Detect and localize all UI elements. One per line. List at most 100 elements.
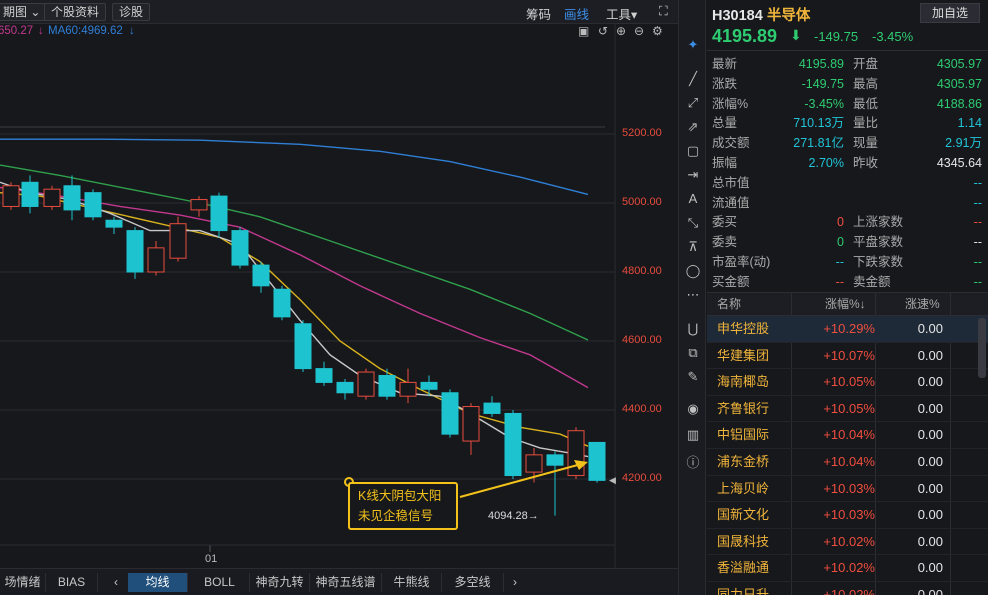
quote-value: 1.14	[957, 116, 982, 131]
candle-down	[273, 288, 291, 318]
drawing-toolbar: ✦ ╱ ⤢ ⇗ ▢ ⇥ A ⤡ ⊼ ◯ ⋯ ⋃ ⧉ ✎ ◉ ▥ ⓘ	[678, 0, 706, 595]
table-row[interactable]: 齐鲁银行 +10.05% 0.00	[707, 396, 988, 423]
tabs-prev-icon[interactable]: ‹	[106, 573, 126, 592]
measure-tool-icon[interactable]: ⇥	[683, 166, 703, 184]
stock-title: H30184 半导体	[712, 4, 810, 25]
tab-magic-nine[interactable]: 神奇九转	[250, 573, 310, 592]
quote-value: --	[973, 235, 982, 250]
tab-bias[interactable]: BIAS	[46, 573, 98, 592]
x-axis-label: 01	[205, 553, 218, 565]
pct-cell: +10.05%	[823, 374, 875, 390]
candle-down	[504, 412, 522, 477]
quote-row: 成交额 271.81亿 现量 2.91万	[712, 133, 984, 153]
candle-down	[231, 230, 249, 266]
annotation-box[interactable]: K线大阴包大阳 未见企稳信号	[348, 482, 458, 530]
table-row[interactable]: 浦东金桥 +10.04% 0.00	[707, 449, 988, 476]
text-tool-icon[interactable]: A	[683, 190, 703, 208]
tab-sentiment[interactable]: 场情绪	[0, 573, 46, 592]
circle-tool-icon[interactable]: ◯	[683, 262, 703, 280]
tabs-next-icon[interactable]: ›	[506, 573, 524, 592]
stock-name-cell: 海南椰岛	[717, 374, 770, 390]
quote-row: 委买 0 上涨家数 --	[712, 212, 984, 232]
quote-label: 委买	[712, 215, 738, 230]
table-row[interactable]: 中铝国际 +10.04% 0.00	[707, 422, 988, 449]
pct-cell: +10.03%	[823, 480, 875, 496]
table-row[interactable]: 香溢融通 +10.02% 0.00	[707, 555, 988, 582]
stock-name-cell: 国新文化	[717, 507, 770, 523]
quote-row: 总量 710.13万 量比 1.14	[712, 113, 984, 133]
quote-value: 4305.97	[936, 57, 982, 71]
quote-label: 涨幅%	[712, 96, 749, 111]
price-change-pct: -3.45%	[872, 29, 914, 44]
magnet-icon[interactable]: ⋃	[683, 320, 703, 338]
tab-boll[interactable]: BOLL	[190, 573, 250, 592]
quote-label: 成交额	[712, 136, 750, 151]
rectangle-tool-icon[interactable]: ▢	[683, 142, 703, 160]
eye-icon[interactable]: ◉	[683, 400, 703, 418]
quote-row: 最新 4195.89 开盘 4305.97	[712, 54, 984, 74]
price-label: 4200.00	[622, 472, 662, 484]
add-watchlist-button[interactable]: 加自选	[920, 3, 980, 23]
candle-up	[462, 406, 480, 442]
quote-label: 振幅	[712, 156, 738, 170]
speed-cell: 0.00	[917, 400, 943, 416]
tab-long-short[interactable]: 多空线	[442, 573, 504, 592]
quote-label: 最低	[853, 96, 879, 111]
candle-down	[420, 381, 438, 390]
price-label: 4400.00	[622, 403, 662, 415]
quote-label: 涨跌	[712, 76, 738, 91]
candle-down	[84, 192, 102, 218]
table-row[interactable]: 国新文化 +10.03% 0.00	[707, 502, 988, 529]
quote-label: 上涨家数	[853, 215, 904, 230]
speed-cell: 0.00	[917, 321, 943, 336]
table-row[interactable]: 申华控股 +10.29% 0.00	[707, 316, 988, 343]
candle-down	[252, 264, 270, 287]
price-label: 5000.00	[622, 196, 662, 208]
tab-bull-bear[interactable]: 牛熊线	[382, 573, 442, 592]
quote-value: --	[973, 274, 982, 289]
candle-down	[210, 195, 228, 232]
arrow-tool-icon[interactable]: ⤡	[683, 214, 703, 232]
col-name[interactable]: 名称	[717, 293, 741, 316]
col-speed[interactable]: 涨速%	[905, 293, 940, 316]
fib-tool-icon[interactable]: ⊼	[683, 238, 703, 256]
table-row[interactable]: 同力日升 +10.02% 0.00	[707, 582, 988, 595]
quote-value: -3.45%	[804, 96, 844, 111]
candle-down	[336, 381, 354, 394]
help-icon[interactable]: ⓘ	[683, 454, 703, 472]
tab-ma[interactable]: 均线	[128, 573, 188, 592]
pct-cell: +10.03%	[823, 507, 875, 523]
candle-up	[399, 381, 417, 397]
quote-value: 0	[837, 215, 844, 230]
quote-row: 涨跌 -149.75 最高 4305.97	[712, 74, 984, 94]
table-scrollbar[interactable]	[978, 318, 986, 378]
candle-up	[357, 371, 375, 397]
line-tool-icon[interactable]: ╱	[683, 70, 703, 88]
pct-cell: +10.04%	[823, 454, 875, 469]
more-tools-icon[interactable]: ⋯	[683, 286, 703, 304]
candle-down	[546, 454, 564, 466]
quote-label: 市盈率(动)	[712, 255, 771, 269]
copy-icon[interactable]: ⧉	[683, 344, 703, 362]
quote-panel: H30184 半导体 加自选 4195.89 ⬇ -149.75 -3.45% …	[707, 0, 988, 595]
stock-code: H30184	[712, 8, 763, 24]
tab-magic-five[interactable]: 神奇五线谱	[310, 573, 382, 592]
table-row[interactable]: 华建集团 +10.07% 0.00	[707, 343, 988, 370]
channel-tool-icon[interactable]: ⇗	[683, 118, 703, 136]
pct-cell: +10.29%	[823, 321, 875, 336]
col-pct[interactable]: 涨幅%↓	[825, 293, 866, 316]
quote-value: 4345.64	[936, 156, 982, 170]
trash-icon[interactable]: ▥	[683, 426, 703, 444]
edit-icon[interactable]: ✎	[683, 368, 703, 386]
quote-value: 0	[837, 235, 844, 250]
quote-value: 271.81亿	[793, 136, 844, 151]
stock-name-cell: 申华控股	[717, 321, 770, 336]
ray-tool-icon[interactable]: ⤢	[683, 94, 703, 112]
table-row[interactable]: 上海贝岭 +10.03% 0.00	[707, 476, 988, 503]
pin-icon[interactable]: ✦	[683, 36, 703, 54]
kline-chart[interactable]	[0, 0, 678, 568]
table-row[interactable]: 海南椰岛 +10.05% 0.00	[707, 369, 988, 396]
table-row[interactable]: 国晟科技 +10.02% 0.00	[707, 529, 988, 556]
candle-down	[378, 375, 396, 397]
ma-white-line	[0, 181, 589, 458]
